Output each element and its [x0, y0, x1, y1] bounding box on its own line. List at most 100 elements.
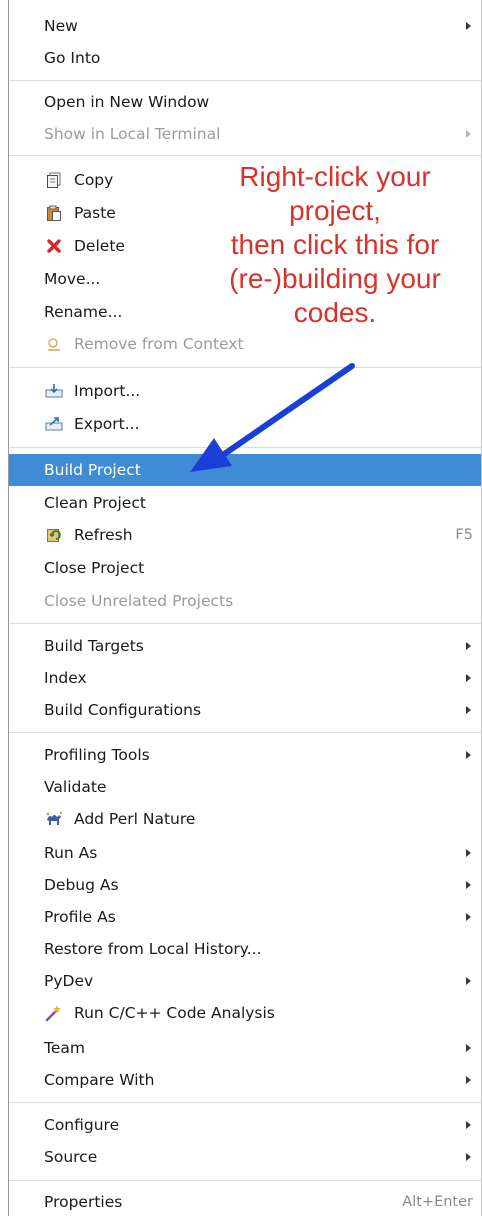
menu-item-profiling-tools[interactable]: Profiling Tools — [9, 739, 481, 771]
menu-item-label: Build Project — [44, 461, 141, 479]
menu-item-add-perl-nature[interactable]: Add Perl Nature — [9, 803, 481, 835]
remove-context-icon — [45, 335, 63, 353]
menu-item-label: Validate — [44, 778, 107, 796]
annotation-line: Right-click your — [239, 161, 431, 192]
menu-item-refresh[interactable]: Refresh F5 — [9, 519, 481, 551]
menu-item-label: Run As — [44, 844, 98, 862]
menu-item-run-code-analysis[interactable]: Run C/C++ Code Analysis — [9, 997, 481, 1029]
menu-item-label: Remove from Context — [74, 335, 244, 353]
submenu-arrow-icon — [466, 1153, 471, 1161]
menu-item-clean-project[interactable]: Clean Project — [9, 487, 481, 519]
menu-item-build-targets[interactable]: Build Targets — [9, 630, 481, 662]
refresh-icon — [45, 526, 63, 544]
submenu-arrow-icon — [466, 1121, 471, 1129]
menu-item-label: Copy — [74, 171, 114, 189]
menu-item-label: Close Unrelated Projects — [44, 592, 234, 610]
submenu-arrow-icon — [466, 130, 471, 138]
menu-item-properties[interactable]: Properties Alt+Enter — [9, 1186, 481, 1218]
menu-separator — [9, 155, 481, 156]
menu-separator — [9, 732, 481, 733]
menu-item-label: Build Configurations — [44, 701, 202, 719]
menu-item-build-project[interactable]: Build Project — [9, 454, 481, 486]
submenu-arrow-icon — [466, 881, 471, 889]
menu-item-profile-as[interactable]: Profile As — [9, 901, 481, 933]
submenu-arrow-icon — [466, 22, 471, 30]
menu-item-label: Source — [44, 1148, 98, 1166]
menu-item-label: Build Targets — [44, 637, 144, 655]
submenu-arrow-icon — [466, 751, 471, 759]
shortcut-label: Alt+Enter — [402, 1194, 473, 1210]
menu-item-label: Compare With — [44, 1071, 155, 1089]
menu-item-label: Profile As — [44, 908, 116, 926]
menu-item-go-into[interactable]: Go Into — [9, 42, 481, 74]
menu-item-import[interactable]: Import... — [9, 375, 481, 407]
shortcut-label: F5 — [455, 527, 473, 543]
delete-icon — [45, 237, 63, 255]
menu-item-label: Paste — [74, 204, 116, 222]
code-analysis-icon — [45, 1004, 63, 1022]
menu-item-label: Rename... — [44, 303, 123, 321]
menu-item-label: Index — [44, 669, 87, 687]
menu-item-debug-as[interactable]: Debug As — [9, 869, 481, 901]
camel-icon — [45, 810, 63, 828]
menu-item-label: Close Project — [44, 559, 145, 577]
menu-item-label: Debug As — [44, 876, 119, 894]
menu-item-show-in-local-terminal: Show in Local Terminal — [9, 118, 481, 150]
submenu-arrow-icon — [466, 849, 471, 857]
menu-item-restore-from-local-history[interactable]: Restore from Local History... — [9, 933, 481, 965]
menu-item-label: Open in New Window — [44, 93, 210, 111]
submenu-arrow-icon — [466, 1044, 471, 1052]
annotation-line: project, — [289, 195, 381, 226]
menu-item-label: Profiling Tools — [44, 746, 150, 764]
menu-item-close-unrelated-projects: Close Unrelated Projects — [9, 585, 481, 617]
menu-item-label: Properties — [44, 1193, 123, 1211]
submenu-arrow-icon — [466, 642, 471, 650]
menu-separator — [9, 623, 481, 624]
menu-item-label: Run C/C++ Code Analysis — [74, 1004, 275, 1022]
menu-item-open-in-new-window[interactable]: Open in New Window — [9, 86, 481, 118]
annotation-line: then click this for — [230, 229, 440, 260]
menu-item-label: Delete — [74, 237, 125, 255]
menu-item-configure[interactable]: Configure — [9, 1109, 481, 1141]
menu-item-label: Move... — [44, 270, 101, 288]
menu-item-label: PyDev — [44, 972, 94, 990]
menu-item-export[interactable]: Export... — [9, 408, 481, 440]
menu-item-new[interactable]: New — [9, 10, 481, 42]
menu-item-label: Show in Local Terminal — [44, 125, 221, 143]
import-icon — [45, 382, 63, 400]
annotation-line: (re-)building your — [229, 263, 441, 294]
submenu-arrow-icon — [466, 706, 471, 714]
menu-item-label: Restore from Local History... — [44, 940, 262, 958]
menu-separator — [9, 1180, 481, 1181]
menu-item-build-configurations[interactable]: Build Configurations — [9, 694, 481, 726]
menu-item-label: Clean Project — [44, 494, 146, 512]
menu-item-label: Configure — [44, 1116, 120, 1134]
menu-separator — [9, 367, 481, 368]
menu-item-label: New — [44, 17, 78, 35]
submenu-arrow-icon — [466, 1076, 471, 1084]
menu-item-source[interactable]: Source — [9, 1141, 481, 1173]
menu-item-team[interactable]: Team — [9, 1032, 481, 1064]
menu-item-close-project[interactable]: Close Project — [9, 552, 481, 584]
menu-item-index[interactable]: Index — [9, 662, 481, 694]
menu-item-pydev[interactable]: PyDev — [9, 965, 481, 997]
export-icon — [45, 415, 63, 433]
menu-item-label: Team — [44, 1039, 85, 1057]
menu-item-remove-from-context: Remove from Context — [9, 328, 481, 360]
annotation-line: codes. — [293, 297, 377, 328]
menu-item-label: Import... — [74, 382, 141, 400]
menu-item-label: Go Into — [44, 49, 101, 67]
menu-item-run-as[interactable]: Run As — [9, 837, 481, 869]
menu-item-label: Export... — [74, 415, 140, 433]
menu-separator — [9, 447, 481, 448]
menu-separator — [9, 80, 481, 81]
submenu-arrow-icon — [466, 913, 471, 921]
menu-item-compare-with[interactable]: Compare With — [9, 1064, 481, 1096]
menu-separator — [9, 1102, 481, 1103]
menu-item-label: Add Perl Nature — [74, 810, 196, 828]
annotation-text: Right-click your project, then click thi… — [200, 160, 470, 330]
submenu-arrow-icon — [466, 674, 471, 682]
copy-icon — [45, 171, 63, 189]
menu-item-label: Refresh — [74, 526, 133, 544]
menu-item-validate[interactable]: Validate — [9, 771, 481, 803]
